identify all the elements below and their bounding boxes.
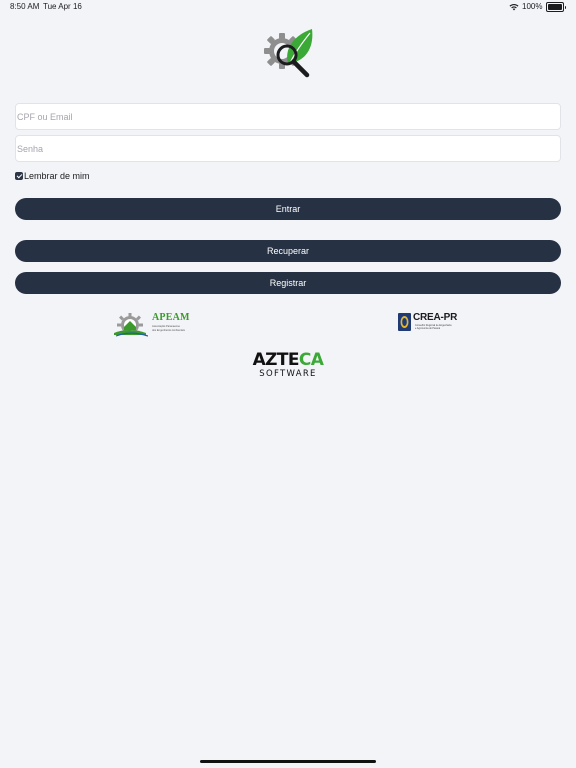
cpf-email-field[interactable] <box>15 103 561 130</box>
status-right: 100% <box>509 0 566 14</box>
recuperar-button[interactable]: Recuperar <box>15 240 561 262</box>
wifi-icon <box>509 3 519 11</box>
apeam-logo: APEAM Associação Paranaense dos Engenhei… <box>112 309 190 337</box>
battery-icon <box>545 2 566 12</box>
apeam-subtitle-line2: dos Engenheiros Ambientais <box>152 328 185 332</box>
crea-name: CREA-PR <box>413 312 458 323</box>
azteca-software-logo: AZTECA SOFTWARE <box>250 351 326 381</box>
entrar-button[interactable]: Entrar <box>15 198 561 220</box>
registrar-button[interactable]: Registrar <box>15 272 561 294</box>
crea-pr-logo: CREA-PR Conselho Regional de Engenharia … <box>398 312 458 334</box>
status-bar: 8:50 AM Tue Apr 16 100% <box>0 0 576 14</box>
apeam-name: APEAM <box>152 312 190 323</box>
remember-label: Lembrar de mim <box>24 171 90 181</box>
azteca-name: AZTECA <box>250 351 326 369</box>
crea-subtitle-line2: e Agronomia do Paraná <box>415 327 441 330</box>
password-field[interactable] <box>15 135 561 162</box>
apeam-emblem-icon <box>114 313 148 337</box>
crea-badge-icon <box>398 313 411 331</box>
battery-percent: 100% <box>522 2 543 11</box>
azteca-subtitle: SOFTWARE <box>259 369 317 379</box>
status-date: Tue Apr 16 <box>43 2 82 11</box>
remember-checkbox[interactable] <box>15 172 23 180</box>
azteca-name-part2: CA <box>298 350 324 370</box>
remember-me[interactable]: Lembrar de mim <box>15 170 90 182</box>
status-time: 8:50 AM <box>10 2 40 11</box>
app-logo-icon <box>262 27 314 79</box>
azteca-name-part1: AZTE <box>252 350 300 370</box>
home-indicator[interactable] <box>200 760 376 763</box>
